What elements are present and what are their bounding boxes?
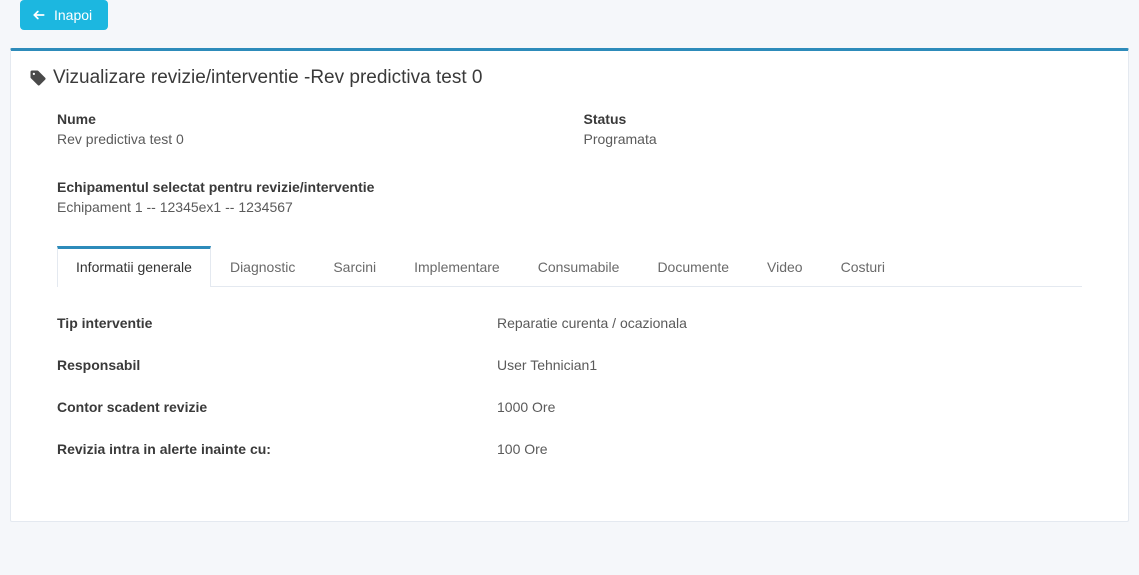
equipment-value: Echipament 1 -- 12345ex1 -- 1234567 (57, 199, 1110, 215)
tabs-bar: Informatii generale Diagnostic Sarcini Impl… (57, 245, 1082, 287)
tab-diagnostic[interactable]: Diagnostic (211, 246, 314, 287)
name-value: Rev predictiva test 0 (57, 131, 584, 147)
field-value: User Tehnician1 (497, 357, 597, 373)
tab-consumabile[interactable]: Consumabile (519, 246, 639, 287)
panel-title: Vizualizare revizie/interventie - Rev pr… (29, 67, 1110, 89)
tab-label: Video (767, 259, 803, 275)
field-label: Revizia intra in alerte inainte cu: (57, 441, 497, 457)
status-value: Programata (584, 131, 1111, 147)
revision-panel: Vizualizare revizie/interventie - Rev pr… (10, 48, 1129, 522)
tab-label: Costuri (841, 259, 885, 275)
summary-row-1: Nume Rev predictiva test 0 Status Progra… (29, 111, 1110, 167)
tab-label: Implementare (414, 259, 500, 275)
name-label: Nume (57, 111, 584, 127)
field-label: Contor scadent revizie (57, 399, 497, 415)
tab-label: Consumabile (538, 259, 620, 275)
tab-documente[interactable]: Documente (638, 246, 748, 287)
field-row: Tip interventieReparatie curenta / ocazi… (57, 315, 1082, 331)
arrow-left-icon (32, 8, 46, 22)
back-button[interactable]: Inapoi (20, 0, 108, 30)
tab-implementare[interactable]: Implementare (395, 246, 519, 287)
tab-video[interactable]: Video (748, 246, 822, 287)
field-value: 1000 Ore (497, 399, 555, 415)
field-label: Tip interventie (57, 315, 497, 331)
field-row: Contor scadent revizie1000 Ore (57, 399, 1082, 415)
summary-row-2: Echipamentul selectat pentru revizie/int… (29, 179, 1110, 215)
field-row: Revizia intra in alerte inainte cu:100 O… (57, 441, 1082, 457)
tab-label: Documente (657, 259, 729, 275)
panel-title-name: Rev predictiva test 0 (310, 67, 482, 89)
tab-content-general: Tip interventieReparatie curenta / ocazi… (57, 287, 1082, 493)
tag-icon (29, 69, 47, 87)
field-value: 100 Ore (497, 441, 548, 457)
tab-label: Sarcini (333, 259, 376, 275)
field-label: Responsabil (57, 357, 497, 373)
panel-title-prefix: Vizualizare revizie/interventie - (53, 67, 310, 89)
tab-label: Diagnostic (230, 259, 295, 275)
back-button-label: Inapoi (54, 7, 92, 23)
status-label: Status (584, 111, 1111, 127)
field-value: Reparatie curenta / ocazionala (497, 315, 687, 331)
tab-sarcini[interactable]: Sarcini (314, 246, 395, 287)
equipment-label: Echipamentul selectat pentru revizie/int… (57, 179, 1110, 195)
tab-label: Informatii generale (76, 259, 192, 275)
tab-costuri[interactable]: Costuri (822, 246, 904, 287)
tab-informatii-generale[interactable]: Informatii generale (57, 246, 211, 287)
field-row: ResponsabilUser Tehnician1 (57, 357, 1082, 373)
